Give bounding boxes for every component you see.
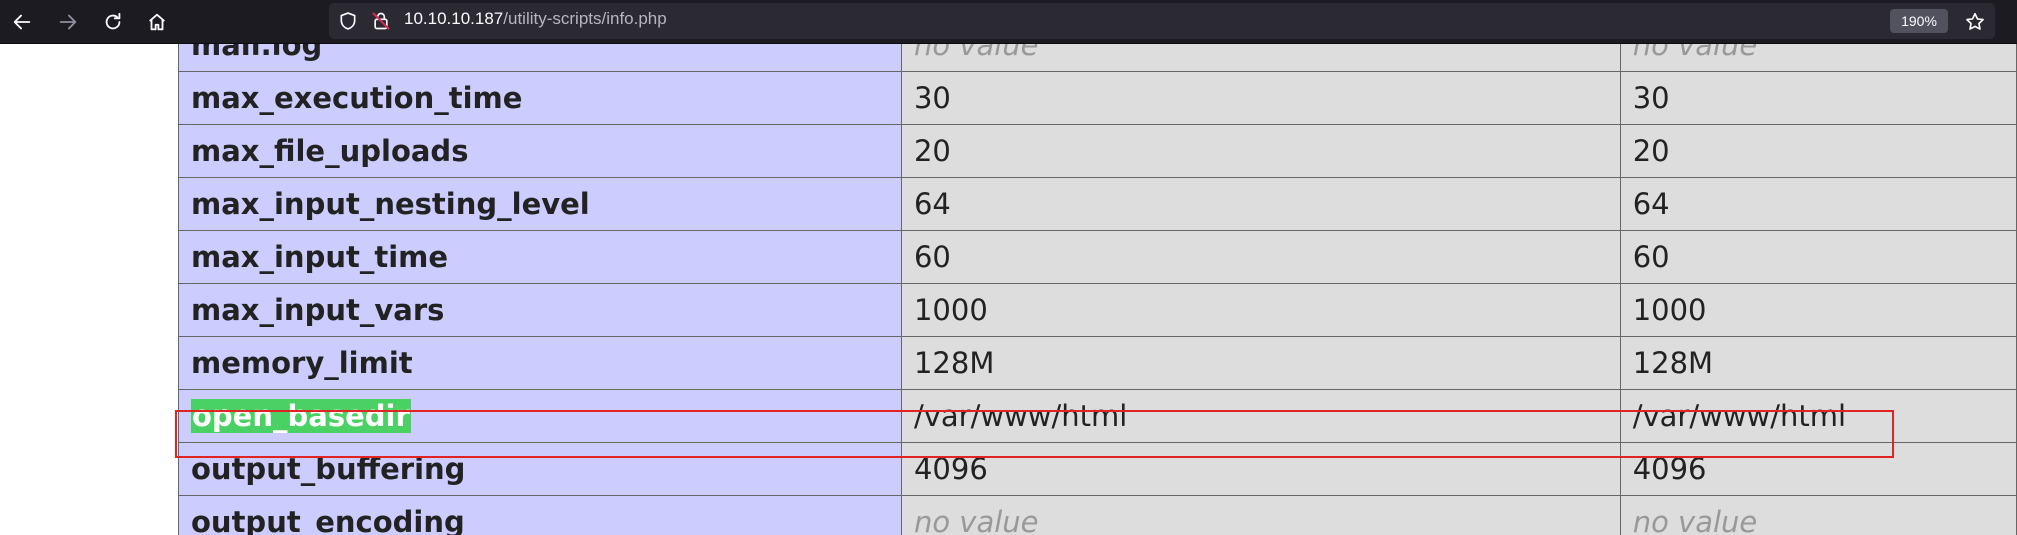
master-value: no value xyxy=(1619,495,2017,535)
forward-arrow-icon xyxy=(59,14,77,30)
master-value: 30 xyxy=(1619,71,2017,125)
url-path: /utility-scripts/info.php xyxy=(503,9,667,28)
directive-name: max_input_time xyxy=(178,230,902,284)
table-row: output_buffering 4096 4096 xyxy=(178,442,2017,496)
table-row: max_execution_time 30 30 xyxy=(178,71,2017,125)
page-content: mail.log no value no value max_execution… xyxy=(0,44,2017,535)
bookmark-button[interactable] xyxy=(1959,6,1991,38)
master-value: /var/www/html xyxy=(1619,389,2017,443)
local-value: 30 xyxy=(900,71,1621,125)
local-value: 1000 xyxy=(900,283,1621,337)
url-host: 10.10.10.187 xyxy=(404,9,504,28)
directive-name: max_input_vars xyxy=(178,283,902,337)
master-value: 1000 xyxy=(1619,283,2017,337)
reload-icon xyxy=(105,12,121,30)
master-value: 128M xyxy=(1619,336,2017,390)
local-value: 4096 xyxy=(900,442,1621,496)
directive-name: max_file_uploads xyxy=(178,124,902,178)
directive-name: memory_limit xyxy=(178,336,902,390)
local-value: no value xyxy=(900,44,1621,72)
table-row: mail.log no value no value xyxy=(178,44,2017,72)
master-value: 20 xyxy=(1619,124,2017,178)
home-button[interactable] xyxy=(141,6,173,38)
local-value: no value xyxy=(900,495,1621,535)
search-highlight: open_basedir xyxy=(191,399,411,433)
browser-toolbar: 10.10.10.187/utility-scripts/info.php 19… xyxy=(0,0,2017,44)
back-button[interactable] xyxy=(6,6,38,38)
local-value: 64 xyxy=(900,177,1621,231)
table-row: max_input_nesting_level 64 64 xyxy=(178,177,2017,231)
bookmark-star-icon xyxy=(1966,12,1984,30)
table-row: memory_limit 128M 128M xyxy=(178,336,2017,390)
master-value: 4096 xyxy=(1619,442,2017,496)
back-arrow-icon xyxy=(13,14,31,30)
directive-name: output_buffering xyxy=(178,442,902,496)
master-value: no value xyxy=(1619,44,2017,72)
home-icon xyxy=(149,13,165,31)
directive-name: max_input_nesting_level xyxy=(178,177,902,231)
zoom-level-badge[interactable]: 190% xyxy=(1890,9,1948,33)
shield-icon[interactable] xyxy=(338,11,358,31)
reload-button[interactable] xyxy=(97,6,129,38)
table-row-highlighted: open_basedir /var/www/html /var/www/html xyxy=(178,389,2017,443)
directive-name: max_execution_time xyxy=(178,71,902,125)
insecure-lock-icon[interactable] xyxy=(371,11,391,31)
table-row: output_encoding no value no value xyxy=(178,495,2017,535)
phpinfo-core-table: mail.log no value no value max_execution… xyxy=(178,44,2017,535)
master-value: 64 xyxy=(1619,177,2017,231)
table-row: max_file_uploads 20 20 xyxy=(178,124,2017,178)
local-value: 128M xyxy=(900,336,1621,390)
directive-name: output_encoding xyxy=(178,495,902,535)
table-row: max_input_vars 1000 1000 xyxy=(178,283,2017,337)
directive-name: mail.log xyxy=(178,44,902,72)
directive-name-cell: open_basedir xyxy=(178,389,902,443)
local-value: 60 xyxy=(900,230,1621,284)
master-value: 60 xyxy=(1619,230,2017,284)
local-value: /var/www/html xyxy=(900,389,1621,443)
url-text[interactable]: 10.10.10.187/utility-scripts/info.php xyxy=(404,8,667,30)
local-value: 20 xyxy=(900,124,1621,178)
table-row: max_input_time 60 60 xyxy=(178,230,2017,284)
forward-button[interactable] xyxy=(52,6,84,38)
